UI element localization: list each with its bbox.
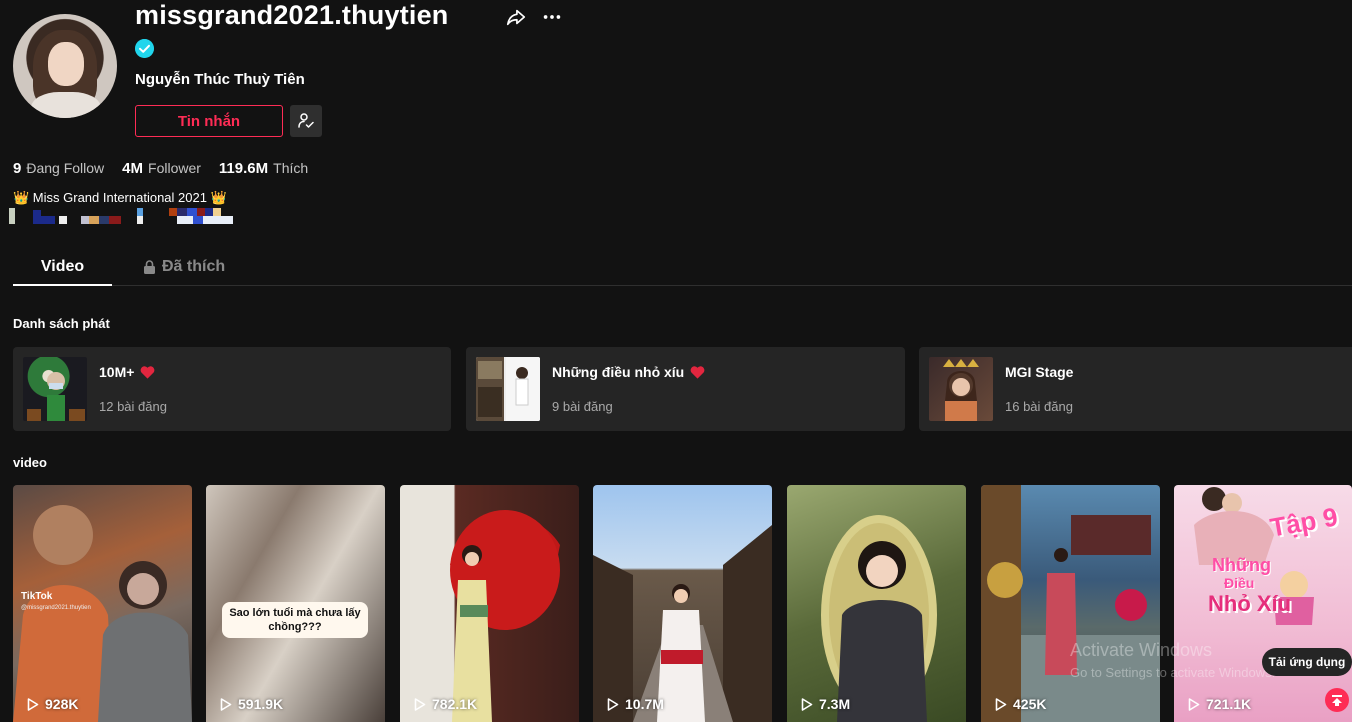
play-icon	[607, 697, 619, 711]
playlist-name: 10M+	[99, 364, 135, 380]
video-views: 591.9K	[238, 696, 284, 712]
user-check-icon	[298, 113, 314, 128]
video-card[interactable]: TikTok @missgrand2021.thuytien 928K	[13, 485, 192, 722]
arrow-up-icon	[1332, 695, 1342, 706]
stat-likes: 119.6M Thích	[218, 160, 309, 177]
playlist-card[interactable]: MGI Stage 16 bài đăng	[919, 347, 1352, 431]
download-app-button[interactable]: Tải ứng dụng	[1262, 648, 1352, 676]
heart-icon	[141, 366, 155, 379]
playlist-name: MGI Stage	[1005, 364, 1074, 380]
profile-bio: 👑 Miss Grand International 2021 👑	[13, 190, 227, 205]
tiktok-watermark-handle: @missgrand2021.thuytien	[21, 605, 91, 611]
video-caption-overlay: Sao lớn tuổi mà chưa lấy chồng???	[222, 602, 368, 638]
video-views: 425K	[1013, 696, 1047, 712]
profile-nickname: Nguyễn Thúc Thuỳ Tiên	[135, 71, 305, 88]
heart-icon	[690, 366, 705, 379]
follow-status-button[interactable]	[290, 105, 322, 137]
series-title-line: Những	[1212, 555, 1272, 575]
play-icon	[995, 697, 1007, 711]
video-card[interactable]: Sao lớn tuổi mà chưa lấy chồng??? 591.9K	[206, 485, 385, 722]
play-icon	[414, 697, 426, 711]
playlist-card[interactable]: Những điều nhỏ xíu 9 bài đăng	[466, 347, 905, 431]
video-views: 10.7M	[625, 696, 664, 712]
message-button[interactable]: Tin nhắn	[135, 105, 283, 137]
playlist-thumbnail	[23, 357, 87, 421]
bio-emoji-row	[9, 208, 239, 224]
play-icon	[801, 697, 813, 711]
video-views: 928K	[45, 696, 79, 712]
videos-title: video	[13, 455, 47, 470]
playlist-count: 16 bài đăng	[1005, 399, 1073, 414]
tiktok-watermark: TikTok	[21, 591, 53, 602]
profile-username: missgrand2021.thuytien	[135, 0, 449, 30]
video-views: 782.1K	[432, 696, 478, 712]
playlist-thumbnail	[929, 357, 993, 421]
back-to-top-button[interactable]	[1325, 688, 1349, 712]
profile-avatar	[13, 14, 117, 118]
play-icon	[1188, 697, 1200, 711]
playlist-count: 9 bài đăng	[552, 399, 613, 414]
lock-icon	[144, 260, 155, 274]
stat-followers[interactable]: 4M Follower	[122, 160, 201, 177]
playlist-thumbnail	[476, 357, 540, 421]
video-card[interactable]: 425K	[981, 485, 1160, 722]
os-activation-watermark: Activate Windows Go to Settings to activ…	[1070, 640, 1276, 680]
verified-badge-icon	[135, 39, 154, 58]
video-views: 721.1K	[1206, 696, 1252, 712]
stat-following[interactable]: 9 Đang Follow	[13, 160, 104, 177]
playlist-name: Những điều nhỏ xíu	[552, 364, 685, 380]
tab-liked[interactable]: Đã thích	[143, 249, 225, 285]
play-icon	[27, 697, 39, 711]
more-options-icon[interactable]	[541, 6, 563, 28]
playlist-count: 12 bài đăng	[99, 399, 167, 414]
play-icon	[220, 697, 232, 711]
share-icon[interactable]	[505, 6, 527, 28]
video-card[interactable]: Tập 9 Những Điều Nhỏ Xíu 721.1K	[1174, 485, 1352, 722]
video-card[interactable]: 782.1K	[400, 485, 579, 722]
profile-tabs: Video Đã thích	[13, 249, 1352, 286]
profile-stats: 9 Đang Follow 4M Follower 119.6M Thích	[13, 160, 308, 177]
video-views: 7.3M	[819, 696, 851, 712]
series-title-line: Điều	[1224, 575, 1255, 591]
video-card[interactable]: 10.7M	[593, 485, 772, 722]
video-card[interactable]: 7.3M	[787, 485, 966, 722]
playlist-card[interactable]: 10M+ 12 bài đăng	[13, 347, 451, 431]
tab-video[interactable]: Video	[13, 249, 112, 286]
series-title-line: Nhỏ Xíu	[1208, 591, 1292, 616]
playlists-title: Danh sách phát	[13, 316, 110, 331]
